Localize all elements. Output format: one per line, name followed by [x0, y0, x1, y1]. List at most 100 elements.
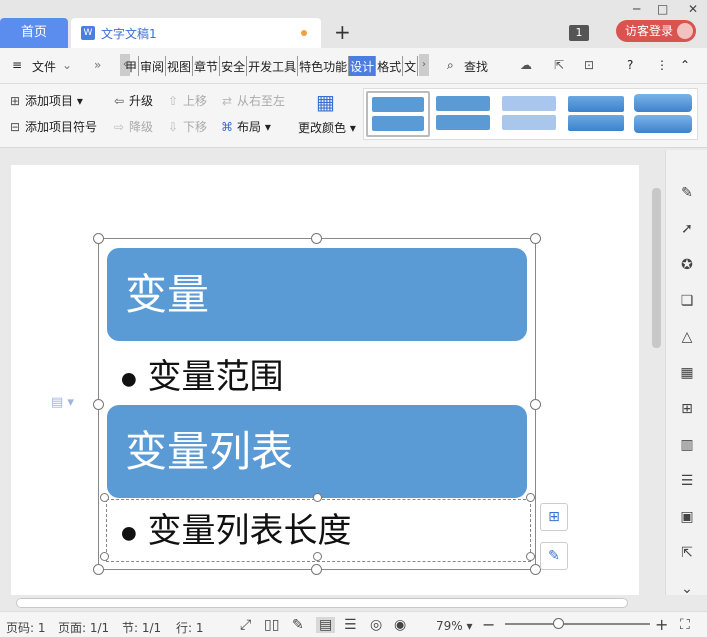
outline-view-icon[interactable]: ☰: [344, 617, 357, 633]
paragraph-marker-icon[interactable]: ▤ ▾: [51, 395, 74, 410]
inner-resize-handle[interactable]: [100, 493, 109, 502]
web-view-icon[interactable]: ◎: [370, 617, 382, 633]
style-swatch: [568, 115, 624, 131]
inner-resize-handle[interactable]: [526, 552, 535, 561]
smartart-bullet-1[interactable]: ● 变量范围: [121, 349, 284, 398]
layout-label: 布局: [237, 120, 262, 134]
smartart-bullet-2[interactable]: ● 变量列表长度: [121, 503, 352, 552]
tab-special[interactable]: 特色功能: [298, 56, 350, 76]
smartart-heading-1[interactable]: 变量: [107, 248, 527, 341]
more-tabs-icon[interactable]: »: [94, 58, 101, 72]
chevron-down-icon[interactable]: ⌄: [62, 58, 72, 72]
style-option-1[interactable]: [366, 91, 430, 137]
tab-view[interactable]: 视图: [166, 56, 194, 76]
add-item-button[interactable]: ⊞ 添加项目 ▾: [8, 92, 83, 109]
resize-handle[interactable]: [93, 233, 104, 244]
style-option-5[interactable]: [632, 91, 694, 137]
zoom-slider-track[interactable]: [505, 623, 650, 625]
zoom-in-button[interactable]: +: [655, 615, 668, 634]
layout-button[interactable]: ⌘ 布局 ▾: [220, 118, 271, 135]
resize-handle[interactable]: [93, 564, 104, 575]
resize-handle[interactable]: [530, 233, 541, 244]
change-color-button[interactable]: 更改颜色 ▾: [298, 119, 356, 136]
tabs-scroll-right-icon[interactable]: ›: [419, 54, 429, 76]
right-to-left-button[interactable]: ⇄ 从右至左: [220, 92, 285, 109]
horizontal-scroll-thumb[interactable]: [16, 598, 628, 608]
collapse-ribbon-icon[interactable]: ⌃: [680, 58, 690, 72]
tab-format[interactable]: 格式: [376, 56, 404, 76]
tab-design[interactable]: 设计: [349, 56, 377, 76]
smartart-heading-2[interactable]: 变量列表: [107, 405, 527, 498]
add-item-icon: ⊞: [9, 94, 21, 108]
change-color-icon[interactable]: ▦: [316, 90, 335, 114]
new-tab-button[interactable]: +: [334, 20, 351, 44]
style-option-4[interactable]: [566, 91, 626, 137]
style-swatch: [634, 94, 692, 112]
edit-pen-icon[interactable]: ✎: [678, 184, 696, 202]
tab-chapter[interactable]: 章节: [193, 56, 221, 76]
inner-resize-handle[interactable]: [313, 493, 322, 502]
smartart-add-shape-icon[interactable]: ⊞: [540, 503, 568, 531]
vertical-scroll-thumb[interactable]: [652, 188, 661, 348]
help-icon[interactable]: ?: [627, 58, 633, 72]
style-swatch: [568, 96, 624, 112]
tab-home[interactable]: 首页: [0, 18, 68, 48]
cloud-icon[interactable]: ☁: [520, 58, 532, 72]
page-view-icon[interactable]: ▤: [316, 617, 336, 633]
add-bullet-button[interactable]: ⊟ 添加项目符号: [8, 118, 97, 135]
promote-button[interactable]: ⇦ 升级: [112, 92, 153, 109]
document-page[interactable]: 变量 ● 变量范围 变量列表 ● 变量列表长度 ⊞ ✎ ▤ ▾: [11, 165, 639, 595]
fit-window-icon[interactable]: ⛶: [680, 617, 690, 633]
share-out-icon[interactable]: ⇱: [678, 544, 696, 562]
export-icon[interactable]: ⊡: [584, 58, 594, 72]
tab-document[interactable]: W 文字文稿1: [71, 18, 321, 48]
file-menu[interactable]: 文件: [32, 58, 56, 75]
tab-security[interactable]: 安全: [220, 56, 248, 76]
tab-text[interactable]: 文: [403, 56, 419, 76]
resize-handle[interactable]: [311, 233, 322, 244]
inner-resize-handle[interactable]: [100, 552, 109, 561]
chart-icon[interactable]: ▥: [678, 436, 696, 454]
tab-developer[interactable]: 开发工具: [247, 56, 299, 76]
cursor-select-icon[interactable]: ➚: [678, 220, 696, 238]
share-icon[interactable]: ⇱: [554, 58, 564, 72]
inner-resize-handle[interactable]: [526, 493, 535, 502]
tab-review[interactable]: 审阅: [139, 56, 167, 76]
badge-icon[interactable]: ✪: [678, 256, 696, 274]
file-menu-icon[interactable]: ≡: [12, 58, 22, 72]
grid-icon[interactable]: ⊞: [678, 400, 696, 418]
zoom-level[interactable]: 79% ▾: [436, 619, 473, 633]
settings-sliders-icon[interactable]: ☰: [678, 472, 696, 490]
fill-icon[interactable]: △: [678, 328, 696, 346]
close-window-button[interactable]: ✕: [688, 2, 698, 16]
read-mode-icon[interactable]: ▯▯: [264, 617, 279, 633]
resize-handle[interactable]: [93, 399, 104, 410]
demote-button[interactable]: ⇨ 降级: [112, 118, 153, 135]
maximize-button[interactable]: □: [657, 2, 668, 16]
search-icon[interactable]: ⌕: [447, 58, 454, 73]
style-option-2[interactable]: [434, 91, 494, 137]
tab-partial[interactable]: 甲: [124, 56, 140, 76]
zoom-out-button[interactable]: −: [482, 615, 495, 634]
eye-protect-icon[interactable]: ◉: [394, 617, 406, 633]
guest-login-button[interactable]: 访客登录: [616, 20, 696, 42]
move-up-button[interactable]: ⇧ 上移: [166, 92, 207, 109]
image-icon[interactable]: ▣: [678, 508, 696, 526]
shapes-icon[interactable]: ❏: [678, 292, 696, 310]
fullscreen-icon[interactable]: ⤢: [240, 617, 251, 633]
smartart-brush-icon[interactable]: ✎: [540, 542, 568, 570]
resize-handle[interactable]: [311, 564, 322, 575]
scroll-down-icon[interactable]: ⌄: [678, 580, 696, 598]
style-option-3[interactable]: [500, 91, 560, 137]
search-button[interactable]: 查找: [464, 58, 488, 75]
more-menu-icon[interactable]: ⋮: [656, 58, 668, 72]
minimize-button[interactable]: ─: [633, 2, 640, 16]
zoom-slider-knob[interactable]: [553, 618, 564, 629]
notification-badge[interactable]: 1: [569, 25, 589, 41]
resize-handle[interactable]: [530, 399, 541, 410]
write-mode-icon[interactable]: ✎: [292, 617, 304, 633]
promote-label: 升级: [129, 94, 154, 108]
move-down-button[interactable]: ⇩ 下移: [166, 118, 207, 135]
table-icon[interactable]: ▦: [678, 364, 696, 382]
inner-resize-handle[interactable]: [313, 552, 322, 561]
